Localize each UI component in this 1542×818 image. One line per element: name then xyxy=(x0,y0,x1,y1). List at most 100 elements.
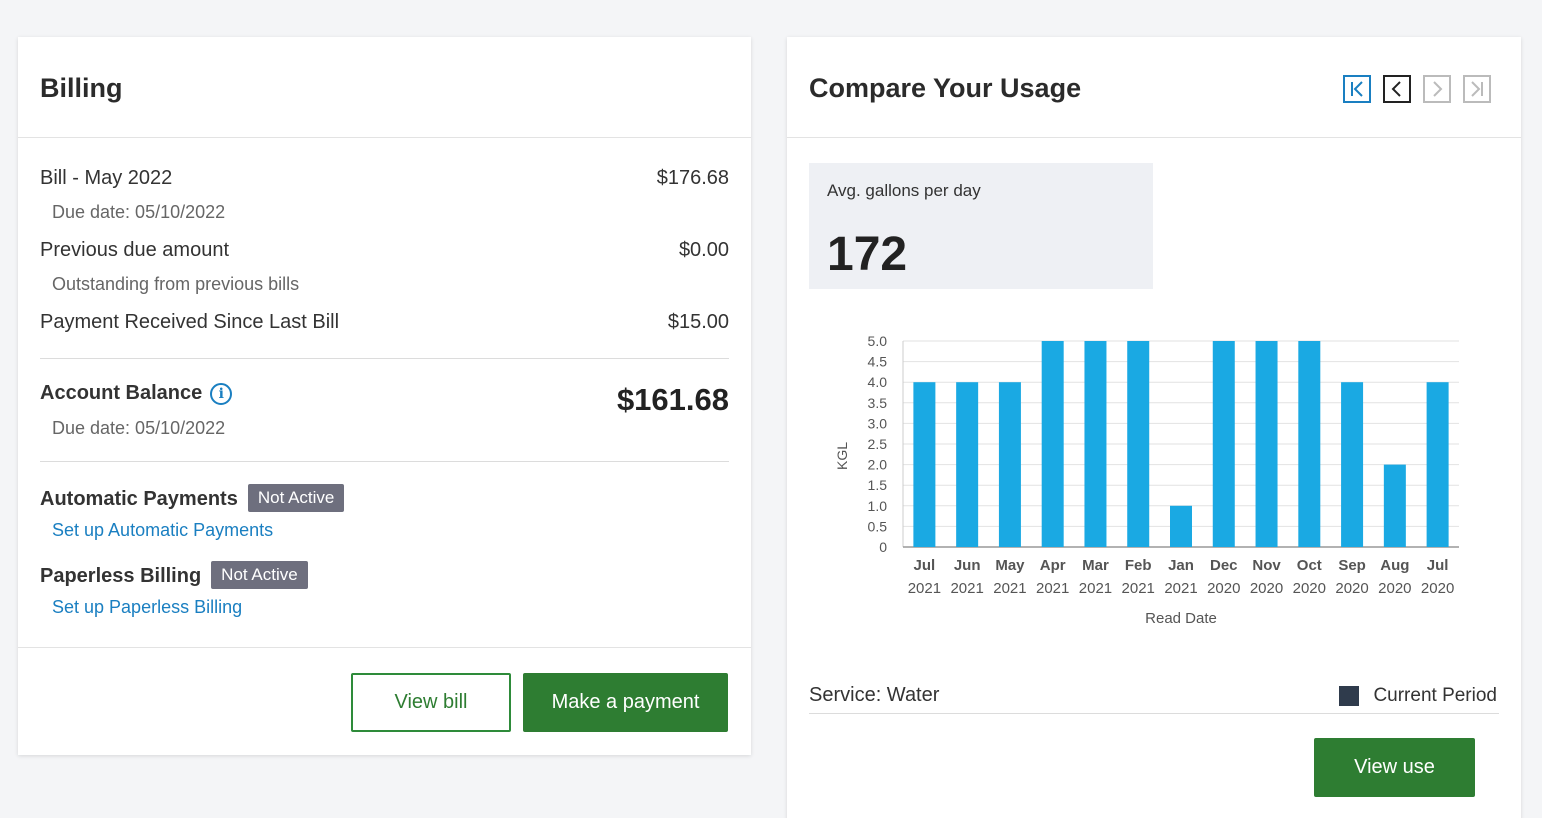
y-tick-label: 3.0 xyxy=(868,415,888,431)
avg-usage-label: Avg. gallons per day xyxy=(827,181,981,200)
bill-label: Bill - May 2022 xyxy=(40,167,173,189)
chart-bar xyxy=(1341,382,1364,547)
x-tick-label-year: 2020 xyxy=(1335,580,1368,597)
x-tick-label-year: 2020 xyxy=(1378,580,1411,597)
x-tick-label-year: 2021 xyxy=(993,580,1026,597)
bill-row: Bill - May 2022 $176.68 xyxy=(40,167,729,190)
prev-page-icon xyxy=(1391,81,1401,97)
y-tick-label: 1.5 xyxy=(868,477,888,493)
previous-amount: $0.00 xyxy=(678,239,729,261)
x-tick-label-year: 2020 xyxy=(1207,580,1240,597)
chart-bar xyxy=(1212,341,1235,547)
x-tick-label: Aug xyxy=(1380,557,1409,574)
usage-title: Compare Your Usage xyxy=(809,73,1082,103)
legend-swatch xyxy=(1339,686,1360,706)
service-divider xyxy=(809,713,1499,714)
bill-due-date: Due date: 05/10/2022 xyxy=(52,202,226,222)
billing-header: Billing xyxy=(18,37,751,138)
x-tick-label: Jan xyxy=(1168,557,1194,574)
x-tick-label-year: 2021 xyxy=(950,580,983,597)
chart-bar xyxy=(1383,464,1406,547)
x-tick-label-year: 2020 xyxy=(1421,580,1454,597)
chart-bar xyxy=(1041,341,1064,547)
x-tick-label: Oct xyxy=(1297,557,1322,574)
last-page-button[interactable] xyxy=(1463,75,1491,103)
legend-label: Current Period xyxy=(1373,685,1497,706)
x-tick-label: Dec xyxy=(1210,557,1238,574)
billing-footer-divider xyxy=(18,647,751,648)
usage-card: Compare Your Usage Avg. gallons per day … xyxy=(787,37,1521,818)
y-tick-label: 2.0 xyxy=(868,457,888,473)
y-axis-label: KGL xyxy=(834,442,850,470)
billing-title: Billing xyxy=(40,73,123,103)
auto-payments-row: Automatic Payments Not Active xyxy=(40,484,729,512)
paperless-label: Paperless Billing xyxy=(40,565,202,587)
x-tick-label-year: 2020 xyxy=(1293,580,1326,597)
view-bill-button[interactable]: View bill xyxy=(351,673,511,732)
x-axis-label: Read Date xyxy=(1145,610,1217,627)
previous-row: Previous due amount $0.00 xyxy=(40,239,729,262)
chart-bar xyxy=(1084,341,1107,547)
x-tick-label: Feb xyxy=(1125,557,1152,574)
x-tick-label-year: 2021 xyxy=(1079,580,1112,597)
y-tick-label: 5.0 xyxy=(868,333,888,349)
balance-amount: $161.68 xyxy=(616,382,729,417)
billing-divider-2 xyxy=(40,461,729,462)
setup-paperless-link[interactable]: Set up Paperless Billing xyxy=(52,597,242,618)
paperless-status-badge: Not Active xyxy=(211,561,308,589)
usage-header: Compare Your Usage xyxy=(787,37,1521,138)
chart-bar xyxy=(1127,341,1150,547)
next-page-button[interactable] xyxy=(1423,75,1451,103)
y-tick-label: 3.5 xyxy=(868,395,888,411)
setup-auto-payments-link[interactable]: Set up Automatic Payments xyxy=(52,520,273,541)
chart-legend: Current Period xyxy=(1339,685,1497,707)
payment-received-label: Payment Received Since Last Bill xyxy=(40,311,340,333)
bill-amount: $176.68 xyxy=(656,167,729,189)
payment-received-amount: $15.00 xyxy=(667,311,729,333)
avg-usage-value: 172 xyxy=(827,228,908,281)
x-tick-label-year: 2021 xyxy=(908,580,941,597)
last-page-icon xyxy=(1471,81,1483,97)
x-tick-label: May xyxy=(995,557,1025,574)
paperless-row: Paperless Billing Not Active xyxy=(40,561,729,589)
x-tick-label: Nov xyxy=(1252,557,1281,574)
chart-bar xyxy=(998,382,1021,547)
x-tick-label-year: 2021 xyxy=(1036,580,1069,597)
make-payment-button[interactable]: Make a payment xyxy=(523,673,728,732)
chart-bar xyxy=(1170,505,1192,547)
auto-payments-label: Automatic Payments xyxy=(40,488,238,510)
service-label: Service: Water xyxy=(809,684,940,706)
next-page-icon xyxy=(1433,81,1443,97)
x-tick-label: Jun xyxy=(954,557,981,574)
x-tick-label: Apr xyxy=(1040,557,1066,574)
chart-bar xyxy=(1298,341,1321,547)
view-use-button[interactable]: View use xyxy=(1314,738,1475,797)
x-tick-label: Mar xyxy=(1082,557,1109,574)
x-tick-label: Sep xyxy=(1338,557,1366,574)
billing-divider-1 xyxy=(40,358,729,359)
chart-bar xyxy=(956,382,979,547)
x-tick-label-year: 2021 xyxy=(1122,580,1155,597)
payment-received-row: Payment Received Since Last Bill $15.00 xyxy=(40,311,729,334)
y-tick-label: 1.0 xyxy=(868,498,888,514)
auto-payments-status-badge: Not Active xyxy=(247,484,345,512)
x-tick-label: Jul xyxy=(1427,557,1449,574)
info-icon[interactable]: i xyxy=(210,383,233,405)
y-tick-label: 2.5 xyxy=(868,436,888,452)
y-tick-label: 4.5 xyxy=(868,354,888,370)
first-page-icon xyxy=(1351,81,1363,97)
previous-label: Previous due amount xyxy=(40,239,230,261)
x-tick-label-year: 2020 xyxy=(1250,580,1283,597)
avg-usage-box: Avg. gallons per day 172 xyxy=(809,163,1153,289)
balance-row: Account Balance i $161.68 xyxy=(40,382,729,417)
balance-label: Account Balance xyxy=(40,382,203,404)
prev-page-button[interactable] xyxy=(1383,75,1411,103)
chart-bar xyxy=(1426,382,1449,547)
chart-bar xyxy=(913,382,936,547)
chart-bar xyxy=(1255,341,1278,547)
x-tick-label-year: 2021 xyxy=(1164,580,1197,597)
y-tick-label: 0.5 xyxy=(868,518,888,534)
previous-sub: Outstanding from previous bills xyxy=(52,274,300,294)
first-page-button[interactable] xyxy=(1343,75,1371,103)
y-tick-label: 0 xyxy=(879,539,887,555)
